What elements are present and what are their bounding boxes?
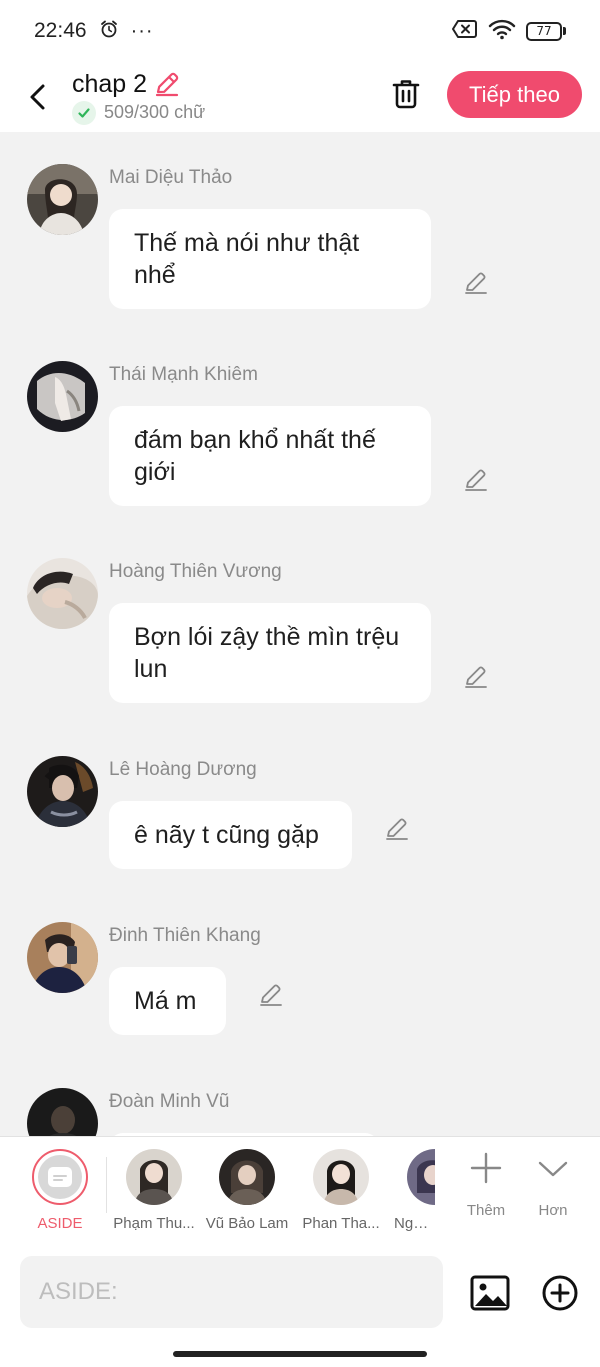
- edit-message-icon[interactable]: [256, 979, 286, 1009]
- message-bubble[interactable]: đám bạn khổ nhất thế giới: [109, 406, 431, 506]
- status-time: 22:46: [34, 19, 87, 42]
- add-character-button[interactable]: Thêm: [458, 1151, 514, 1219]
- trash-icon: [392, 80, 420, 109]
- divider: [106, 1157, 107, 1213]
- sender-name: Thái Mạnh Khiêm: [109, 364, 258, 385]
- avatar[interactable]: [27, 756, 98, 827]
- edit-message-icon[interactable]: [461, 464, 491, 494]
- character-item[interactable]: Ngô G: [389, 1149, 435, 1232]
- edit-message-icon[interactable]: [461, 661, 491, 691]
- home-indicator: [173, 1351, 427, 1357]
- chevron-left-icon: [30, 84, 45, 110]
- delete-button[interactable]: [386, 74, 426, 114]
- word-count: 509/300 chữ: [104, 102, 206, 122]
- aside-label: ASIDE: [37, 1215, 83, 1232]
- edit-message-icon[interactable]: [382, 813, 412, 843]
- aside-button[interactable]: [32, 1149, 88, 1205]
- next-button[interactable]: Tiếp theo: [447, 71, 582, 118]
- character-name: Phan Tha...: [302, 1215, 380, 1232]
- insert-image-button[interactable]: [470, 1273, 510, 1313]
- character-name: Vũ Bảo Lam: [205, 1215, 289, 1232]
- aside-icon: [48, 1167, 72, 1187]
- add-button[interactable]: [540, 1273, 580, 1313]
- character-name: Phạm Thu...: [113, 1215, 195, 1232]
- avatar[interactable]: [27, 1088, 98, 1136]
- character-item[interactable]: Vũ Bảo Lam: [202, 1149, 292, 1232]
- message-bubble[interactable]: ê nãy t cũng gặp: [109, 801, 352, 869]
- avatar: [126, 1149, 182, 1205]
- avatar[interactable]: [27, 558, 98, 629]
- avatar: [407, 1149, 435, 1205]
- more-status-icon: ···: [130, 19, 154, 42]
- plus-circle-icon: [542, 1275, 578, 1311]
- plus-icon: [470, 1152, 502, 1184]
- avatar[interactable]: [27, 164, 98, 235]
- chapter-title: chap 2: [72, 69, 148, 98]
- sender-name: Mai Diệu Thảo: [109, 167, 233, 188]
- sender-name: Lê Hoàng Dương: [109, 759, 257, 780]
- edit-title-icon[interactable]: [153, 70, 181, 98]
- avatar: [313, 1149, 369, 1205]
- message-text: ê nãy t cũng gặp: [134, 821, 319, 849]
- message-input[interactable]: [20, 1256, 443, 1328]
- image-icon: [470, 1275, 510, 1311]
- more-characters-button[interactable]: Hơn: [525, 1151, 581, 1219]
- avatar[interactable]: [27, 922, 98, 993]
- avatar: [219, 1149, 275, 1205]
- edit-message-icon[interactable]: [461, 267, 491, 297]
- message-text: Bợn lói zậy thề mìn trệu lun: [134, 623, 400, 683]
- message-bubble[interactable]: Thế mà nói như thật nhể: [109, 209, 431, 309]
- sender-name: Đoàn Minh Vũ: [109, 1091, 230, 1112]
- character-bar: ASIDE Phạm Thu... Vũ Bảo Lam Phan Tha...…: [0, 1136, 600, 1246]
- more-characters-label: Hơn: [538, 1202, 568, 1219]
- character-item[interactable]: Phan Tha...: [296, 1149, 386, 1232]
- sim-icon: [452, 19, 478, 44]
- back-button[interactable]: [18, 77, 58, 117]
- add-character-label: Thêm: [466, 1202, 506, 1219]
- battery-level: 77: [536, 24, 552, 38]
- sender-name: Đinh Thiên Khang: [109, 925, 261, 946]
- alarm-icon: [99, 19, 119, 44]
- status-bar: 22:46 ··· 77: [0, 0, 600, 62]
- header: chap 2 509/300 chữ Tiếp theo: [0, 62, 600, 132]
- sender-name: Hoàng Thiên Vương: [109, 561, 282, 582]
- wifi-icon: [488, 18, 516, 45]
- message-bubble[interactable]: Bợn lói zậy thề mìn trệu lun: [109, 603, 431, 703]
- chevron-down-icon: [538, 1161, 568, 1177]
- avatar[interactable]: [27, 361, 98, 432]
- message-text: Thế mà nói như thật nhể: [134, 229, 360, 289]
- battery-indicator: 77: [526, 21, 566, 41]
- character-name: Ngô G: [394, 1215, 435, 1232]
- message-bubble[interactable]: Má m: [109, 967, 226, 1035]
- message-text: Má m: [134, 987, 197, 1015]
- input-area: [0, 1246, 600, 1367]
- message-text: đám bạn khổ nhất thế giới: [134, 426, 376, 486]
- character-item[interactable]: Phạm Thu...: [109, 1149, 199, 1232]
- chat-list: Mai Diệu Thảo Thế mà nói như thật nhể Th…: [0, 132, 600, 1136]
- check-icon: [72, 100, 96, 125]
